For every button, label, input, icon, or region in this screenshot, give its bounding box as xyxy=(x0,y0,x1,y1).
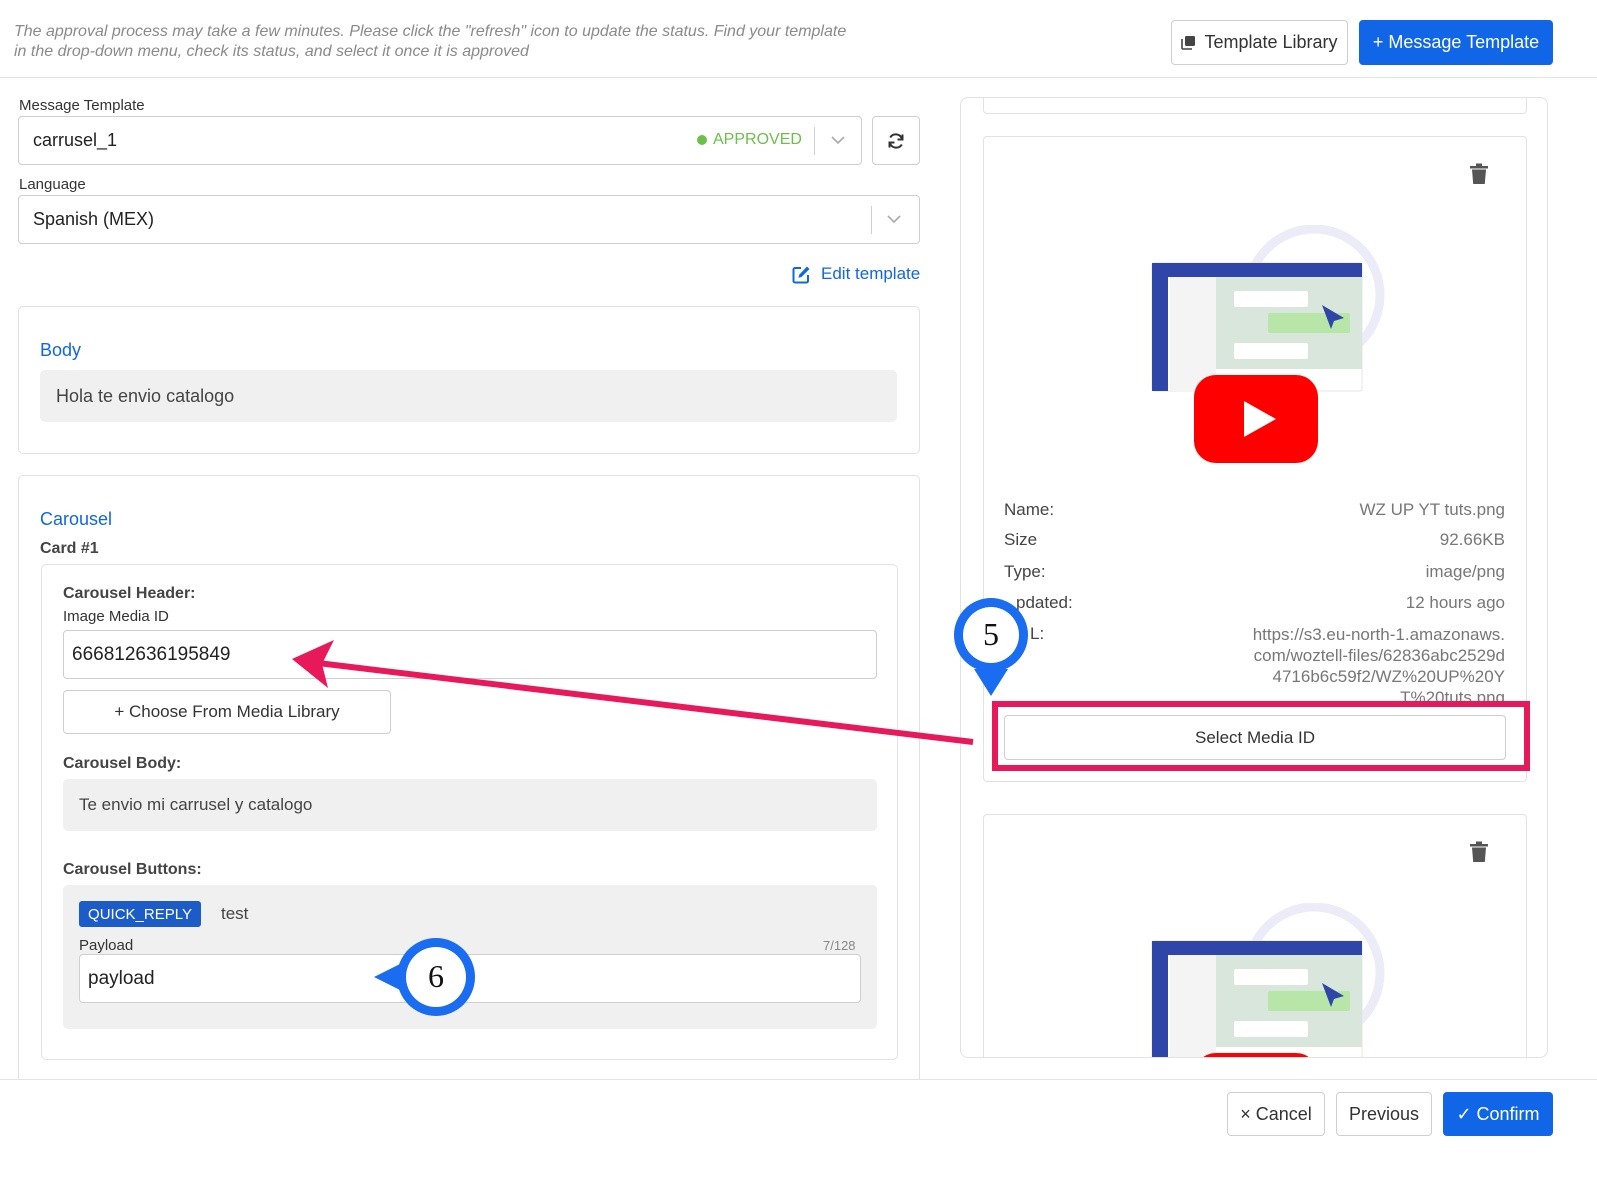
step-marker-5-label: 5 xyxy=(983,616,999,652)
step-marker-6: 6 xyxy=(370,935,480,1019)
step-marker-6-label: 6 xyxy=(428,958,444,994)
annotation-arrow xyxy=(292,640,974,745)
step-marker-5: 5 xyxy=(950,595,1032,701)
